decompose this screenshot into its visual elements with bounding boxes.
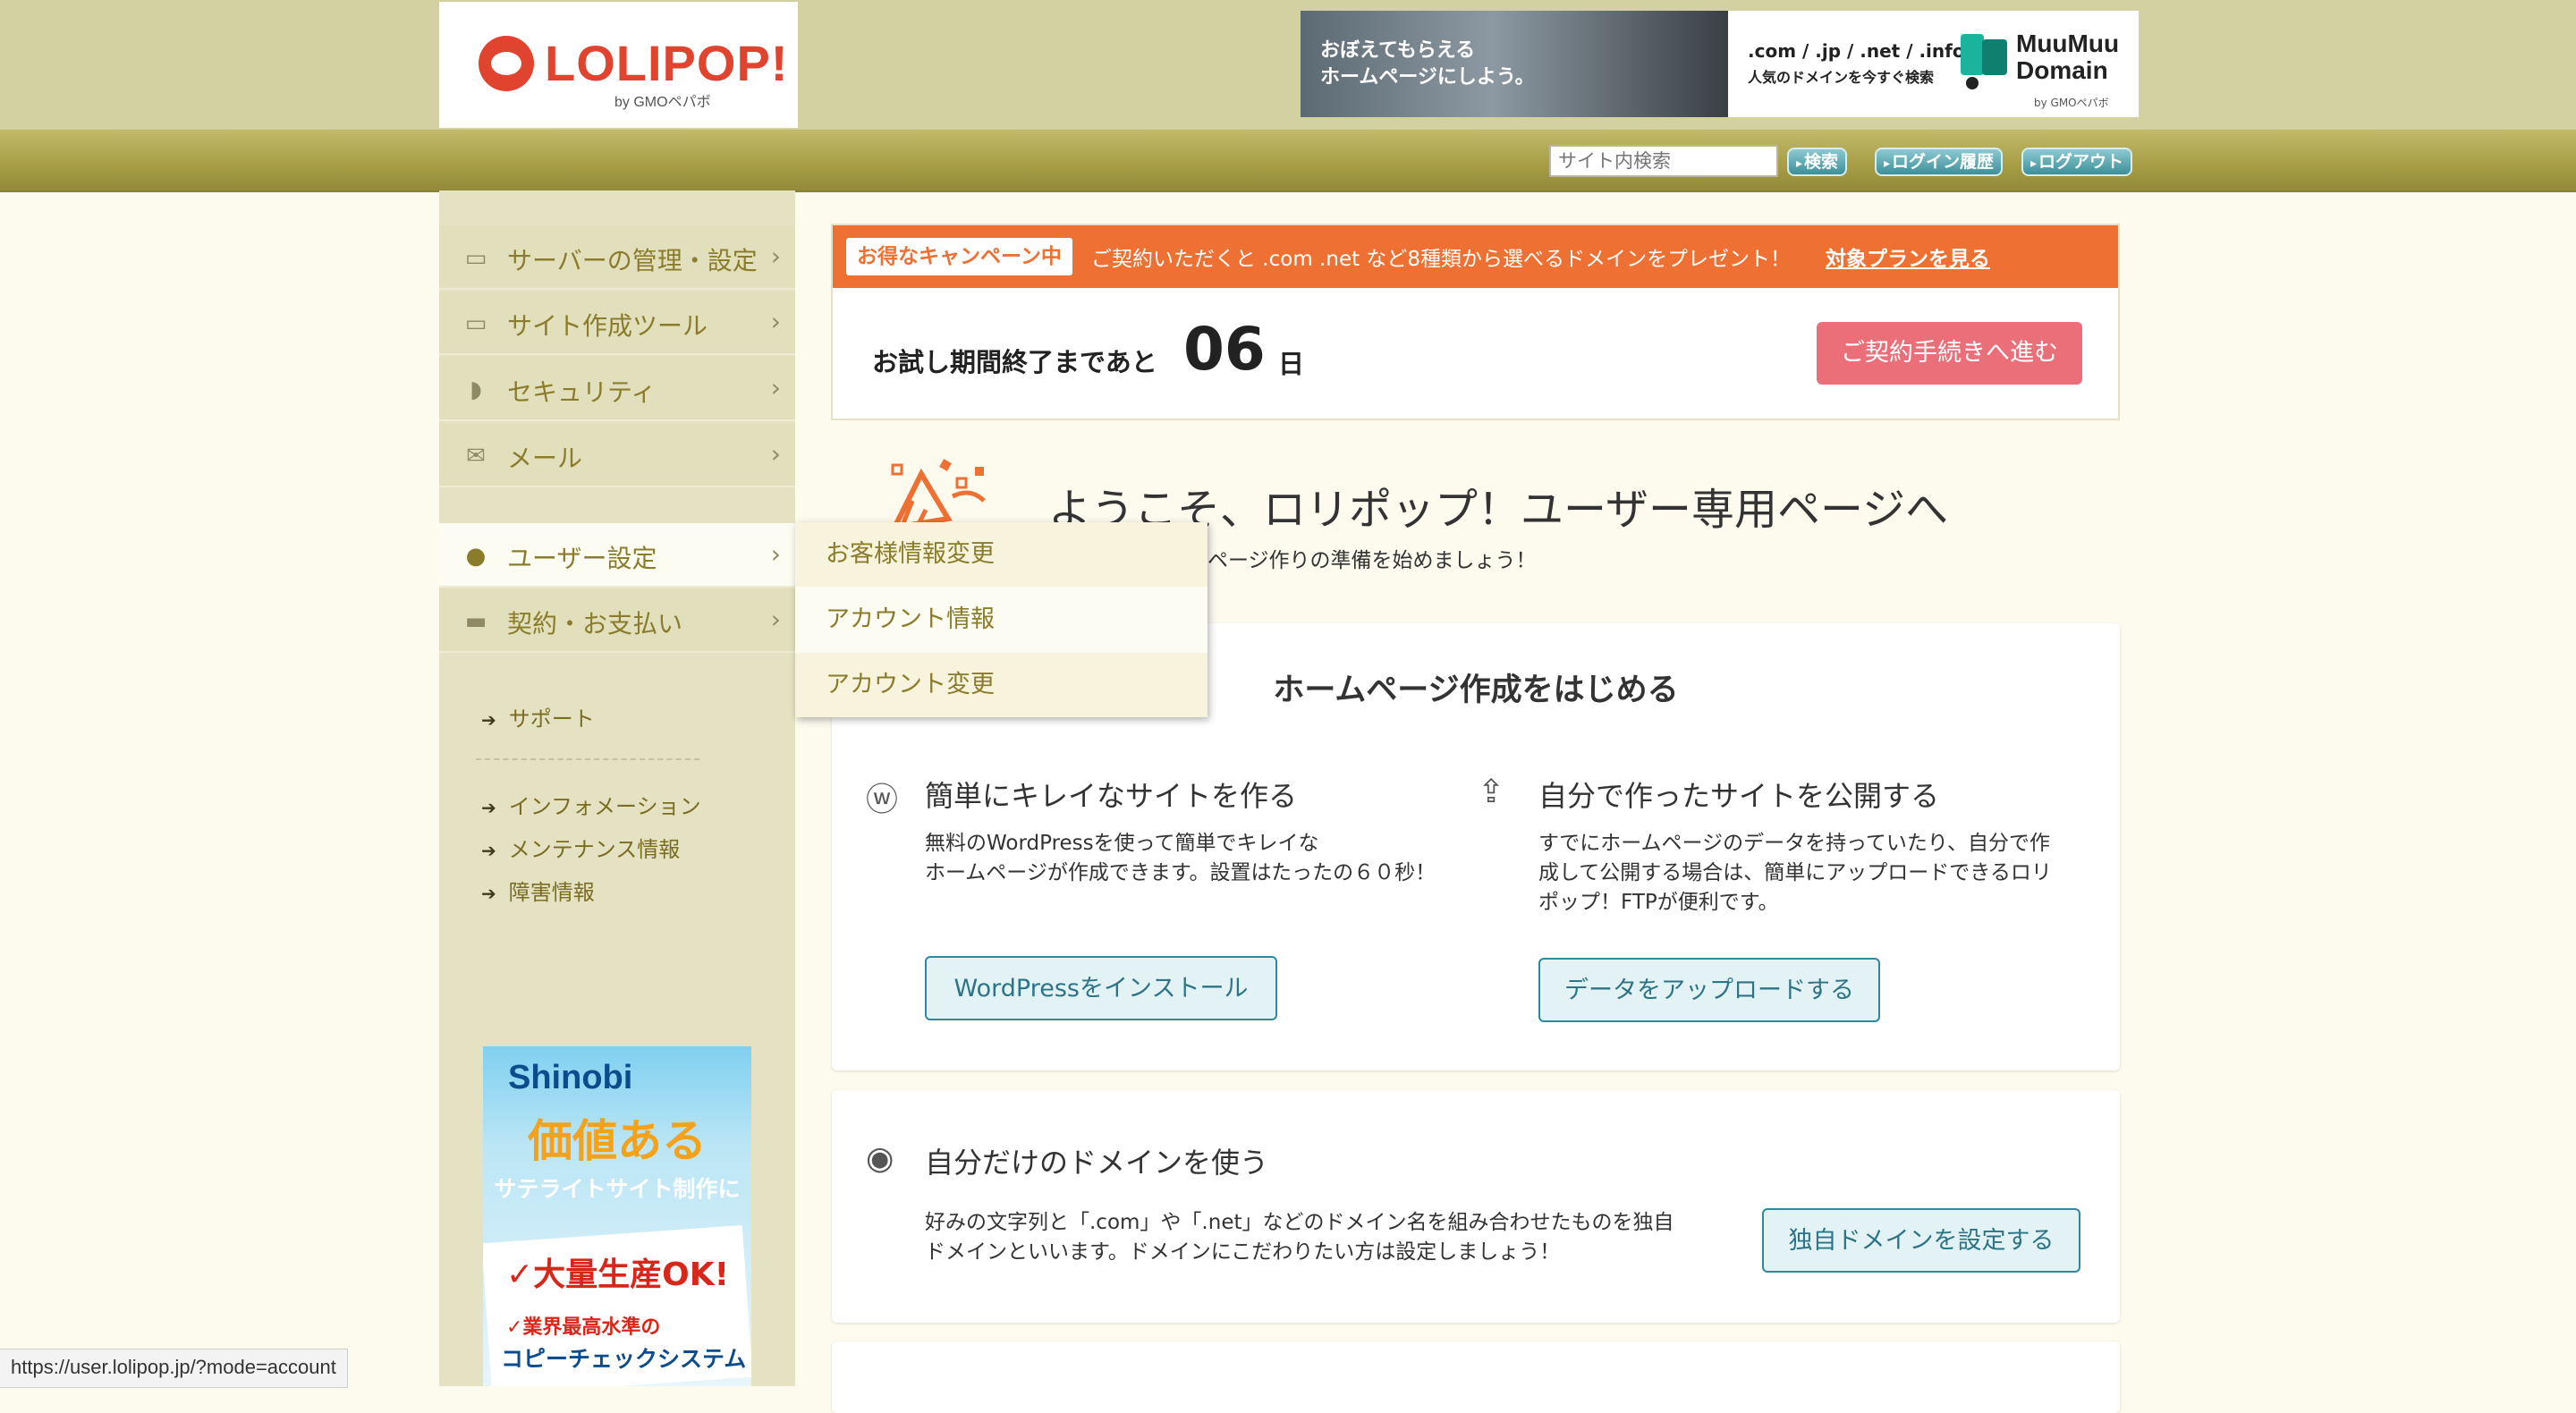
banner-brand-line2: Domain	[2016, 56, 2108, 84]
lolipop-logo[interactable]: LOLIPOP! by GMOペパボ	[439, 2, 798, 128]
set-domain-button[interactable]: 独自ドメインを設定する	[1762, 1208, 2080, 1273]
globe-icon: ◉	[866, 1140, 894, 1177]
info-link[interactable]: インフォメーション	[481, 789, 701, 820]
logo-sub: by GMOペパボ	[614, 95, 711, 110]
domain-desc: 好みの文字列と「.com」や「.net」などのドメイン名を組み合わせたものを独自…	[925, 1208, 1730, 1267]
trial-unit: 日	[1278, 349, 1305, 379]
campaign-tag: お得なキャンペーン中	[846, 238, 1072, 275]
welcome-subtitle: ページ作りの準備を始めましょう！	[1208, 549, 1537, 572]
dropdown-item-account-info[interactable]: アカウント情報	[795, 588, 1208, 652]
server-icon: ▭	[464, 245, 487, 272]
muumuu-banner[interactable]: おぼえてもらえるホームページにしよう。 .com / .jp / .net / …	[1301, 11, 2139, 117]
chevron-right-icon: ›	[770, 439, 781, 469]
banner-brand-line1: MuuMuu	[2016, 30, 2120, 57]
sidebar-item-label: メール	[507, 444, 583, 473]
shinobi-point1: ✓大量生産OK!	[506, 1256, 730, 1293]
sidebar-item-user-settings[interactable]: ● ユーザー設定 ›	[439, 523, 795, 588]
campaign-bar: お得なキャンペーン中 ご契約いただくと .com .net など8種類から選べる…	[833, 225, 2118, 288]
chevron-right-icon: ›	[770, 539, 781, 569]
site-search-input[interactable]	[1549, 145, 1778, 177]
campaign-text: ご契約いただくと .com .net など8種類から選べるドメインをプレゼント！	[1091, 248, 1792, 271]
search-button[interactable]: 検索	[1787, 148, 1848, 176]
banner-tlds: .com / .jp / .net / .info	[1748, 40, 1965, 62]
install-wordpress-button[interactable]: WordPressをインストール	[925, 956, 1277, 1020]
sidebar-item-server[interactable]: ▭ サーバーの管理・設定 ›	[439, 225, 795, 290]
banner-photo-line2: ホームページにしよう。	[1320, 66, 1535, 89]
user-settings-dropdown: お客様情報変更 アカウント情報 アカウント変更	[795, 522, 1208, 717]
incident-link[interactable]: 障害情報	[481, 875, 595, 906]
shinobi-headline: 価値ある	[528, 1115, 707, 1167]
banner-brand-sub: by GMOペパボ	[2034, 97, 2109, 109]
status-bar-url: https://user.lolipop.jp/?mode=account	[0, 1349, 348, 1388]
wordpress-desc-line2: ホームページが作成できます。設置はたったの６０秒！	[925, 861, 1436, 884]
domain-card: ◉ 自分だけのドメインを使う 好みの文字列と「.com」や「.net」などのドメ…	[832, 1090, 2120, 1323]
wordpress-title: 簡単にキレイなサイトを作る	[925, 779, 1298, 813]
sidebar-item-label: 契約・お支払い	[507, 609, 683, 639]
sidebar-item-security[interactable]: ◗ セキュリティ ›	[439, 357, 795, 421]
upload-data-button[interactable]: データをアップロードする	[1538, 958, 1880, 1022]
domain-title: 自分だけのドメインを使う	[925, 1146, 1269, 1180]
shinobi-ad-banner[interactable]: Shinobi 価値ある サテライトサイト制作に ✓大量生産OK! ✓業界最高水…	[483, 1046, 751, 1386]
banner-tagline: 人気のドメインを今すぐ検索	[1748, 69, 1935, 86]
wordpress-icon: ⓦ	[866, 782, 899, 818]
sidebar-item-label: サーバーの管理・設定	[507, 246, 758, 275]
upload-desc-line3: ポップ！FTPが便利です。	[1538, 891, 1779, 914]
trial-days: 06	[1183, 315, 1266, 384]
banner-photo: おぼえてもらえるホームページにしよう。	[1301, 11, 1728, 117]
sidebar-item-label: セキュリティ	[507, 377, 657, 407]
maintenance-link[interactable]: メンテナンス情報	[481, 832, 681, 863]
next-card	[832, 1341, 2120, 1413]
shinobi-point2: ✓業界最高水準の	[506, 1316, 661, 1339]
logo-text: LOLIPOP!	[545, 35, 789, 91]
campaign-panel: お得なキャンペーン中 ご契約いただくと .com .net など8種類から選べる…	[831, 224, 2120, 420]
dropdown-item-customer-info[interactable]: お客様情報変更	[795, 522, 1208, 587]
upload-icon: ⇪	[1478, 774, 1505, 810]
mail-icon: ✉	[466, 443, 486, 470]
laptop-icon: ▭	[464, 310, 487, 337]
wordpress-desc: 無料のWordPressを使って簡単でキレイな ホームページが作成できます。設置…	[925, 829, 1479, 888]
banner-photo-line1: おぼえてもらえる	[1320, 39, 1476, 62]
support-link[interactable]: サポート	[481, 701, 595, 732]
dropdown-item-account-change[interactable]: アカウント変更	[795, 653, 1208, 717]
upload-desc-line2: 成して公開する場合は、簡単にアップロードできるロリ	[1538, 861, 2052, 884]
shield-icon: ◗	[470, 377, 482, 403]
logout-button[interactable]: ログアウト	[2021, 148, 2133, 176]
shinobi-point3: コピーチェックシステム	[501, 1346, 747, 1372]
sidebar-item-label: サイト作成ツール	[507, 311, 708, 341]
sidebar-item-contract[interactable]: ▬ 契約・お支払い ›	[439, 588, 795, 653]
shinobi-subline: サテライトサイト制作に	[494, 1176, 741, 1202]
campaign-plan-link[interactable]: 対象プランを見る	[1826, 241, 1990, 272]
lolipop-logo-icon	[479, 36, 534, 91]
sidebar-item-site-tools[interactable]: ▭ サイト作成ツール ›	[439, 291, 795, 355]
upload-title: 自分で作ったサイトを公開する	[1538, 779, 1940, 813]
trial-label: お試し期間終了まであと	[872, 347, 1157, 377]
sidebar-item-mail[interactable]: ✉ メール ›	[439, 423, 795, 487]
login-history-button[interactable]: ログイン履歴	[1875, 148, 2004, 176]
upload-desc: すでにホームページのデータを持っていたり、自分で作 成して公開する場合は、簡単に…	[1538, 829, 2093, 918]
wordpress-desc-line1: 無料のWordPressを使って簡単でキレイな	[925, 832, 1319, 855]
domain-desc-line1: 好みの文字列と「.com」や「.net」などのドメイン名を組み合わせたものを独自	[925, 1211, 1674, 1234]
shinobi-brand: Shinobi	[508, 1059, 633, 1096]
header-band	[0, 0, 2576, 130]
sidebar-item-label: ユーザー設定	[507, 544, 657, 573]
muumuu-logo-icon	[1961, 34, 2014, 89]
sidebar-divider	[476, 758, 699, 760]
chevron-right-icon: ›	[770, 605, 781, 634]
upload-desc-line1: すでにホームページのデータを持っていたり、自分で作	[1538, 832, 2051, 855]
chevron-right-icon: ›	[770, 373, 781, 402]
nav-band	[0, 130, 2576, 192]
user-icon: ●	[465, 543, 487, 570]
domain-desc-line2: ドメインといいます。ドメインにこだわりたい方は設定しましょう！	[925, 1240, 1561, 1264]
chevron-right-icon: ›	[770, 241, 781, 271]
chevron-right-icon: ›	[770, 307, 781, 336]
contract-button[interactable]: ご契約手続きへ進む	[1817, 322, 2082, 385]
credit-card-icon: ▬	[464, 608, 487, 635]
